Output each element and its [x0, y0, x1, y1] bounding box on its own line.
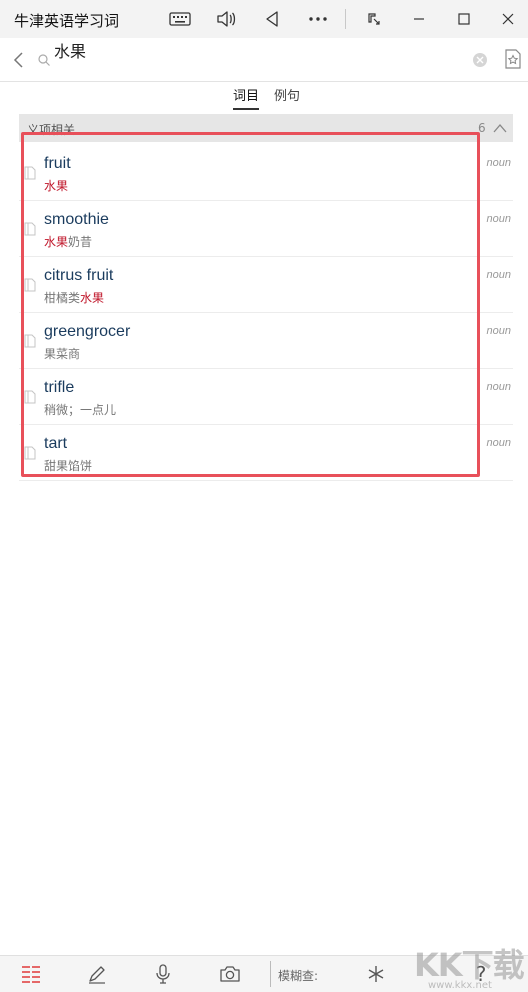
book-icon	[24, 334, 36, 348]
close-icon	[502, 13, 514, 25]
chevron-up-icon[interactable]	[493, 122, 507, 134]
result-tabs: 词目 例句	[0, 82, 528, 112]
entry-part-of-speech: noun	[486, 269, 511, 281]
more-button[interactable]	[304, 6, 332, 32]
bookmark-star-icon	[505, 49, 521, 69]
app-title: 牛津英语学习词典	[14, 12, 118, 30]
maximize-icon	[458, 13, 470, 25]
entry-word: smoothie	[44, 211, 109, 228]
entry-part-of-speech: noun	[486, 325, 511, 337]
book-icon	[24, 166, 36, 180]
entry-word: tart	[44, 435, 68, 452]
entry-translation: 水果	[44, 179, 69, 193]
voice-input-button[interactable]	[149, 961, 177, 987]
entry-list: fruit 水果 noun smoothie 水果奶昔 noun citrus …	[19, 145, 513, 481]
favorite-button[interactable]	[502, 48, 524, 70]
entry-word: greengrocer	[44, 323, 131, 340]
asterisk-icon	[368, 966, 384, 982]
toolbar-divider	[270, 961, 271, 987]
search-bar	[0, 38, 528, 82]
title-bar: 牛津英语学习词典	[0, 0, 528, 38]
keyboard-icon	[169, 12, 191, 26]
tab-examples[interactable]: 例句	[274, 85, 300, 108]
list-item[interactable]: greengrocer 果菜商 noun	[19, 313, 513, 369]
more-dots-icon	[309, 17, 327, 21]
clear-icon	[473, 53, 487, 67]
bottom-toolbar: 模糊查: ?	[0, 955, 528, 992]
maximize-button[interactable]	[450, 6, 478, 32]
list-item[interactable]: tart 甜果馅饼 noun	[19, 425, 513, 481]
minimize-icon	[414, 18, 424, 20]
compact-icon	[368, 13, 380, 25]
chevron-left-icon	[13, 52, 23, 68]
help-button[interactable]: ?	[467, 961, 495, 987]
book-icon	[24, 446, 36, 460]
titlebar-divider	[345, 9, 346, 29]
speaker-icon	[217, 11, 236, 27]
entry-word: citrus fruit	[44, 267, 114, 284]
search-icon	[38, 54, 50, 66]
list-item[interactable]: smoothie 水果奶昔 noun	[19, 201, 513, 257]
back-button[interactable]	[10, 50, 28, 70]
camera-icon	[220, 966, 240, 982]
entry-translation: 甜果馅饼	[44, 459, 93, 473]
handwrite-button[interactable]	[83, 961, 111, 987]
tab-headwords[interactable]: 词目	[233, 85, 260, 110]
close-button[interactable]	[494, 6, 522, 32]
section-header[interactable]: 义项相关 6	[19, 114, 513, 142]
minimize-button[interactable]	[405, 6, 433, 32]
entry-translation: 柑橘类水果	[44, 291, 105, 305]
search-input[interactable]	[54, 38, 464, 62]
fuzzy-search-label: 模糊查:	[278, 969, 319, 983]
keyboard-button[interactable]	[166, 6, 194, 32]
wildcard-button[interactable]	[362, 961, 390, 987]
compact-mode-button[interactable]	[360, 6, 388, 32]
entry-word: fruit	[44, 155, 71, 172]
section-label: 义项相关	[27, 123, 76, 137]
entry-part-of-speech: noun	[486, 381, 511, 393]
entry-word: trifle	[44, 379, 75, 396]
list-item[interactable]: citrus fruit 柑橘类水果 noun	[19, 257, 513, 313]
entry-part-of-speech: noun	[486, 437, 511, 449]
book-icon	[24, 222, 36, 236]
triangle-back-icon	[266, 11, 278, 27]
list-item[interactable]: trifle 稍微；一点儿 noun	[19, 369, 513, 425]
entry-part-of-speech: noun	[486, 213, 511, 225]
book-icon	[24, 278, 36, 292]
entry-translation: 水果奶昔	[44, 235, 93, 249]
entry-translation: 果菜商	[44, 347, 81, 361]
entry-translation: 稍微；一点儿	[44, 403, 117, 417]
list-item[interactable]: fruit 水果 noun	[19, 145, 513, 201]
list-mode-button[interactable]	[17, 961, 45, 987]
book-icon	[24, 390, 36, 404]
microphone-icon	[156, 964, 170, 984]
camera-button[interactable]	[216, 961, 244, 987]
clear-search-button[interactable]	[472, 52, 488, 68]
back-nav-button[interactable]	[258, 6, 286, 32]
volume-button[interactable]	[212, 6, 240, 32]
entry-part-of-speech: noun	[486, 157, 511, 169]
section-count: 6	[478, 121, 486, 135]
list-icon	[22, 966, 40, 983]
pencil-icon	[89, 966, 105, 984]
